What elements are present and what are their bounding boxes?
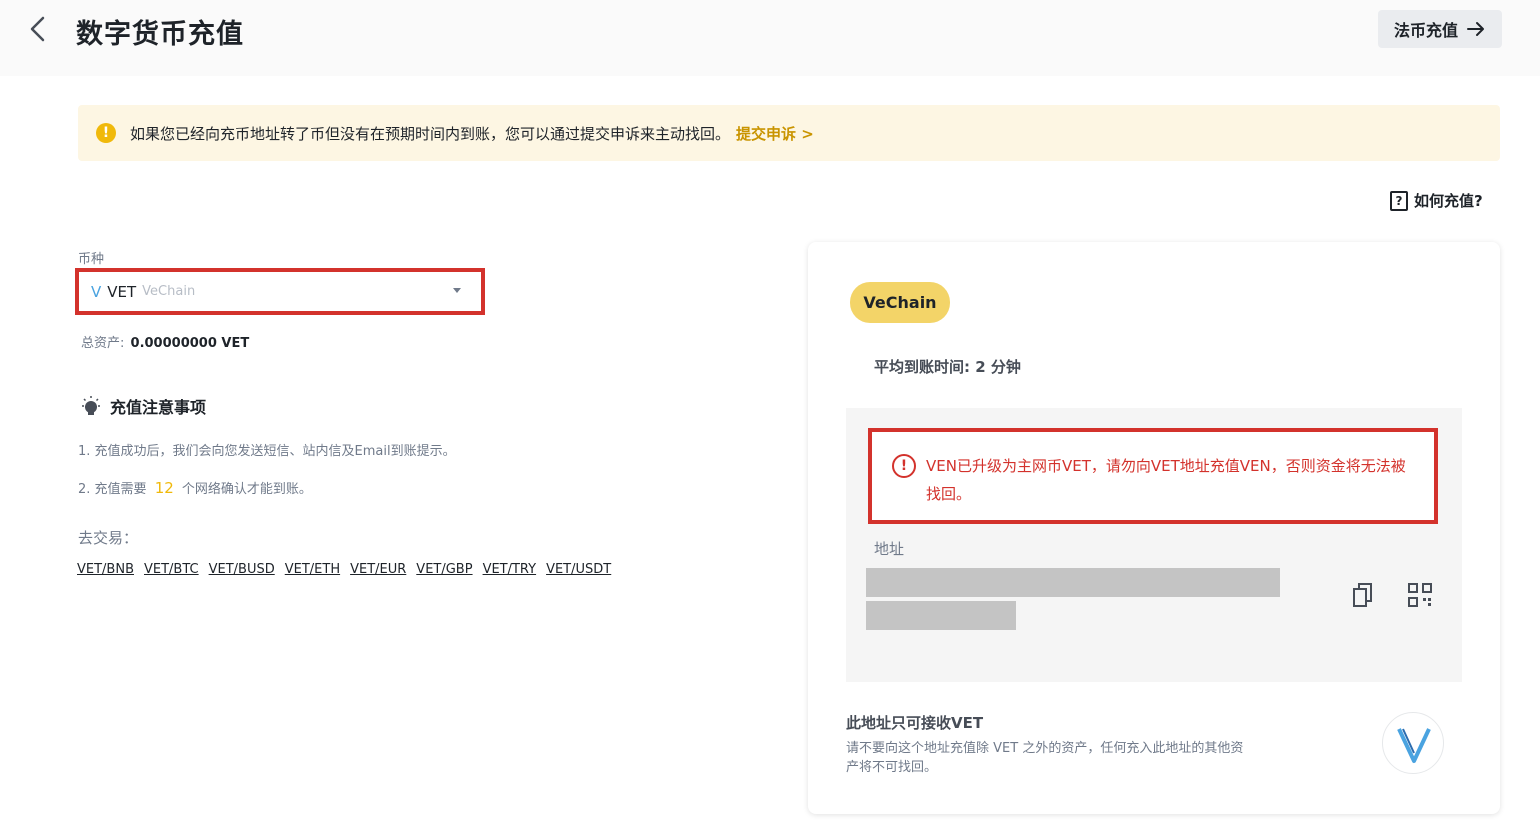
fiat-deposit-button[interactable]: 法币充值 xyxy=(1378,10,1502,48)
balance-value: 0.00000000 VET xyxy=(130,336,250,351)
pair-link-vet-eth[interactable]: VET/ETH xyxy=(285,562,340,577)
pair-link-vet-usdt[interactable]: VET/USDT xyxy=(546,562,611,577)
address-label: 地址 xyxy=(874,540,905,558)
deposit-notes-heading: 充值注意事项 xyxy=(110,398,207,417)
how-to-deposit-link[interactable]: ? 如何充值? xyxy=(1390,190,1483,211)
address-redacted-line-2 xyxy=(866,601,1016,630)
trade-label: 去交易： xyxy=(78,529,139,547)
pair-link-vet-gbp[interactable]: VET/GBP xyxy=(416,562,472,577)
pair-link-vet-try[interactable]: VET/TRY xyxy=(483,562,537,577)
back-arrow-icon xyxy=(30,16,45,42)
note-item-2-prefix: 2. 充值需要 xyxy=(78,482,147,497)
address-redacted-line-1 xyxy=(866,568,1280,597)
confirmations-count: 12 xyxy=(154,479,174,497)
address-only-title: 此地址只可接收VET xyxy=(846,714,984,732)
note-item-2-suffix: 个网络确认才能到账。 xyxy=(181,482,312,497)
how-to-deposit-label: 如何充值? xyxy=(1414,192,1483,210)
deposit-notes-title: 充值注意事项 xyxy=(80,394,206,418)
network-tab[interactable]: VeChain xyxy=(850,282,950,323)
pair-link-vet-bnb[interactable]: VET/BNB xyxy=(77,562,134,577)
top-bar: 数字货币充值 法币充值 xyxy=(0,0,1540,76)
pair-link-vet-eur[interactable]: VET/EUR xyxy=(350,562,406,577)
trade-pairs: VET/BNB VET/BTC VET/BUSD VET/ETH VET/EUR… xyxy=(77,562,611,577)
note-item-2: 2. 充值需要 12 个网络确认才能到账。 xyxy=(78,478,312,497)
notice-text: 如果您已经向充币地址转了币但没有在预期时间内到账，您可以通过提交申诉来主动找回。 xyxy=(130,124,731,143)
back-button[interactable] xyxy=(24,14,54,44)
page-title: 数字货币充值 xyxy=(76,19,244,50)
qr-code-icon[interactable] xyxy=(1408,583,1432,607)
pair-link-vet-btc[interactable]: VET/BTC xyxy=(144,562,199,577)
coin-name: VeChain xyxy=(142,284,196,299)
avg-time-label: 平均到账时间: xyxy=(874,358,970,376)
appeal-link[interactable]: 提交申诉 > xyxy=(736,123,814,144)
total-balance: 总资产: 0.00000000 VET xyxy=(81,332,249,351)
balance-label: 总资产: xyxy=(81,336,125,351)
ven-warning-text: VEN已升级为主网币VET，请勿向VET地址充值VEN，否则资金将无法被找回。 xyxy=(926,457,1406,503)
notice-banner: ! 如果您已经向充币地址转了币但没有在预期时间内到账，您可以通过提交申诉来主动找… xyxy=(78,105,1500,161)
address-only-description: 请不要向这个地址充值除 VET 之外的资产，任何充入此地址的其他资产将不可找回。 xyxy=(846,741,1244,775)
fiat-deposit-label: 法币充值 xyxy=(1393,21,1458,40)
caret-down-icon xyxy=(453,288,461,293)
question-icon: ? xyxy=(1390,190,1408,211)
ven-warning-box: ! VEN已升级为主网币VET，请勿向VET地址充值VEN，否则资金将无法被找回… xyxy=(868,428,1438,524)
coin-symbol: VET xyxy=(107,282,137,301)
exclamation-icon: ! xyxy=(96,123,116,143)
note-item-1: 1. 充值成功后，我们会向您发送短信、站内信及Email到账提示。 xyxy=(78,444,456,459)
arrow-right-icon xyxy=(1467,22,1484,36)
coin-select[interactable]: V VET VeChain xyxy=(83,276,477,307)
exclamation-icon: ! xyxy=(892,454,916,478)
bulb-icon xyxy=(82,396,100,415)
coin-label: 币种 xyxy=(78,252,105,267)
average-arrival-time: 平均到账时间: 2 分钟 xyxy=(874,356,1021,377)
pair-link-vet-busd[interactable]: VET/BUSD xyxy=(209,562,275,577)
vechain-logo-icon xyxy=(1382,712,1444,774)
vechain-logo-icon: V xyxy=(91,282,102,301)
deposit-address-card: VeChain 平均到账时间: 2 分钟 ! VEN已升级为主网币VET，请勿向… xyxy=(808,242,1500,814)
copy-icon[interactable] xyxy=(1352,582,1374,608)
avg-time-value: 2 分钟 xyxy=(975,358,1021,376)
